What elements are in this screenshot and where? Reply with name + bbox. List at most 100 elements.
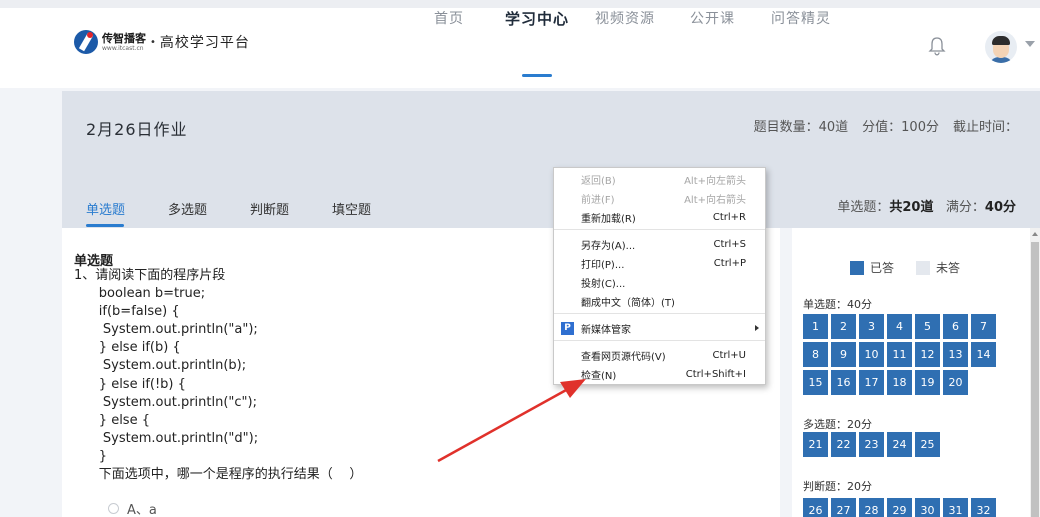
- answer-card-scrollbar[interactable]: [1030, 228, 1040, 517]
- context-menu-separator: [554, 340, 765, 341]
- notification-bell-icon[interactable]: [928, 36, 946, 56]
- context-menu-item[interactable]: 打印(P)... Ctrl+P: [554, 254, 765, 272]
- context-menu-shortcut: Alt+向左箭头: [684, 175, 746, 187]
- context-menu-item-label: 返回(B): [581, 175, 616, 187]
- platform-title: 高校学习平台: [159, 35, 250, 51]
- radio-button[interactable]: [108, 503, 119, 514]
- section-title-multiple: 多选题：20分: [803, 418, 872, 431]
- question-line: System.out.println("d");: [74, 430, 259, 446]
- tab-fill-blank[interactable]: 填空题: [332, 199, 371, 218]
- answer-number-button[interactable]: 29: [887, 498, 912, 517]
- answer-number-button[interactable]: 32: [971, 498, 996, 517]
- answer-number-button[interactable]: 16: [831, 370, 856, 395]
- tab-multiple-choice[interactable]: 多选题: [168, 199, 207, 218]
- answer-number-button[interactable]: 2: [831, 314, 856, 339]
- context-menu-item-label: 打印(P)...: [581, 259, 625, 271]
- answer-number-button[interactable]: 6: [943, 314, 968, 339]
- answer-grid-multiple: 21 22 23 24 25: [803, 432, 996, 457]
- scrollbar-thumb[interactable]: [1031, 242, 1039, 517]
- answer-number-button[interactable]: 10: [859, 342, 884, 367]
- answer-number-button[interactable]: 28: [859, 498, 884, 517]
- context-menu-item-label: 另存为(A)...: [581, 240, 636, 252]
- context-menu-separator: [554, 229, 765, 230]
- media-manager-icon: P: [561, 321, 574, 335]
- answer-number-button[interactable]: 3: [859, 314, 884, 339]
- answer-number-button[interactable]: 25: [915, 432, 940, 457]
- tab-true-false[interactable]: 判断题: [250, 199, 289, 218]
- context-menu-item[interactable]: 另存为(A)... Ctrl+S: [554, 235, 765, 253]
- context-menu-shortcut: Ctrl+Shift+I: [685, 368, 746, 380]
- context-menu-shortcut: Alt+向右箭头: [684, 194, 746, 206]
- chevron-down-icon[interactable]: [1025, 41, 1035, 47]
- question-line: boolean b=true;: [74, 286, 206, 302]
- answer-number-button[interactable]: 21: [803, 432, 828, 457]
- nav-open-courses[interactable]: 公开课: [690, 8, 735, 28]
- answer-number-button[interactable]: 19: [915, 370, 940, 395]
- answer-number-button[interactable]: 1: [803, 314, 828, 339]
- nav-video-resources[interactable]: 视频资源: [595, 8, 655, 28]
- question-line: 下面选项中，哪一个是程序的执行结果（ ）: [74, 467, 363, 483]
- nav-home[interactable]: 首页: [434, 8, 464, 28]
- answer-card: 已答 未答 单选题：40分 1 2 3 4 5 6 7 8 9 10 11 12 13 14 15 16 17 1…: [792, 228, 1040, 517]
- question-line: System.out.println("c");: [74, 394, 257, 410]
- brand-logo[interactable]: 传智播客 www.itcast.cn • 高校学习平台: [74, 30, 250, 54]
- answer-number-button[interactable]: 13: [943, 342, 968, 367]
- scroll-up-arrow-icon[interactable]: [1032, 232, 1038, 236]
- unanswered-swatch: [916, 260, 931, 275]
- answer-number-button[interactable]: 22: [831, 432, 856, 457]
- brand-separator: •: [150, 36, 156, 48]
- context-menu-item[interactable]: 返回(B) Alt+向左箭头: [554, 170, 765, 188]
- answer-number-button[interactable]: 7: [971, 314, 996, 339]
- answer-grid-judgement: 26 27 28 29 30 31 32: [803, 498, 996, 517]
- answer-number-button[interactable]: 12: [915, 342, 940, 367]
- question-line: } else {: [74, 412, 150, 428]
- answer-number-button[interactable]: 31: [943, 498, 968, 517]
- context-menu-item[interactable]: P 新媒体管家: [554, 319, 765, 337]
- context-menu-item-label: 投射(C)...: [581, 278, 626, 290]
- context-menu-separator: [554, 313, 765, 314]
- answer-number-button[interactable]: 18: [887, 370, 912, 395]
- user-avatar[interactable]: [985, 31, 1017, 63]
- nav-learning-center[interactable]: 学习中心: [505, 8, 569, 29]
- answer-number-button[interactable]: 17: [859, 370, 884, 395]
- section-title-judgement: 判断题：20分: [803, 480, 872, 493]
- answer-number-button[interactable]: 4: [887, 314, 912, 339]
- answer-number-button[interactable]: 26: [803, 498, 828, 517]
- context-menu-item[interactable]: 前进(F) Alt+向右箭头: [554, 189, 765, 207]
- homework-meta: 题目数量：40道 分值：100分 截止时间：: [740, 116, 1018, 135]
- answer-number-button[interactable]: 23: [859, 432, 884, 457]
- answer-number-button[interactable]: 11: [887, 342, 912, 367]
- context-menu-item[interactable]: 翻成中文（简体）(T): [554, 292, 765, 310]
- tab-single-choice[interactable]: 单选题: [86, 199, 125, 218]
- context-menu-item[interactable]: 查看网页源代码(V) Ctrl+U: [554, 346, 765, 364]
- answer-number-button[interactable]: 8: [803, 342, 828, 367]
- context-menu-item[interactable]: 检查(N) Ctrl+Shift+I: [554, 365, 765, 383]
- brand-url: www.itcast.cn: [102, 44, 144, 52]
- top-navbar: 传智播客 www.itcast.cn • 高校学习平台 首页 学习中心 视频资源…: [0, 0, 1040, 88]
- context-menu-item[interactable]: 重新加载(R) Ctrl+R: [554, 208, 765, 226]
- legend-unanswered: 未答: [936, 261, 961, 275]
- context-menu-item[interactable]: 投射(C)...: [554, 273, 765, 291]
- question-line: 1、请阅读下面的程序片段: [74, 268, 226, 283]
- answer-number-button[interactable]: 9: [831, 342, 856, 367]
- context-menu-shortcut: Ctrl+R: [712, 211, 746, 223]
- answer-grid-single: 1 2 3 4 5 6 7 8 9 10 11 12 13 14 15 16 17 18 19 20: [803, 314, 996, 395]
- question-line: }: [74, 448, 108, 464]
- answer-number-button[interactable]: 14: [971, 342, 996, 367]
- nav-active-indicator: [522, 74, 552, 77]
- context-menu-item-label: 检查(N): [581, 370, 617, 382]
- question-line: System.out.println(b);: [74, 358, 247, 374]
- question-line: System.out.println("a");: [74, 322, 258, 338]
- browser-context-menu: 返回(B) Alt+向左箭头前进(F) Alt+向右箭头 重新加载(R) Ctrl+R 另…: [553, 167, 766, 385]
- option-a[interactable]: A、a: [108, 499, 157, 517]
- answer-number-button[interactable]: 30: [915, 498, 940, 517]
- answer-number-button[interactable]: 20: [943, 370, 968, 395]
- answer-number-button[interactable]: 5: [915, 314, 940, 339]
- question-line: } else if(!b) {: [74, 376, 186, 392]
- submenu-arrow-icon: [755, 325, 759, 331]
- nav-qa-assistant[interactable]: 问答精灵: [771, 8, 831, 28]
- answer-number-button[interactable]: 27: [831, 498, 856, 517]
- answer-number-button[interactable]: 15: [803, 370, 828, 395]
- question-line: if(b=false) {: [74, 304, 180, 320]
- answer-number-button[interactable]: 24: [887, 432, 912, 457]
